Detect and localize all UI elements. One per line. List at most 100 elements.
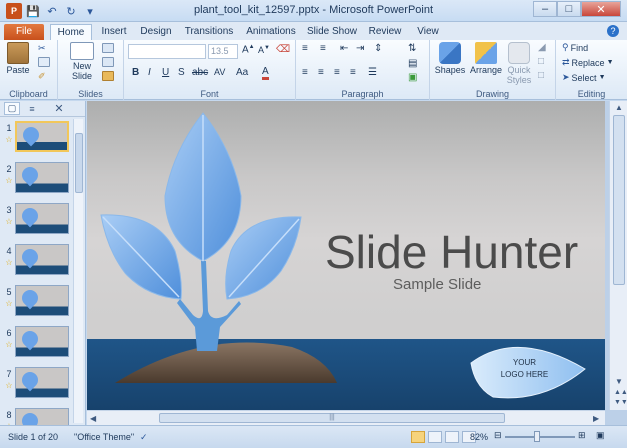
thumbnail-preview[interactable] [15, 367, 69, 398]
tab-animations[interactable]: Animations [242, 24, 300, 40]
help-icon[interactable]: ? [607, 25, 619, 37]
slide-thumbnail[interactable]: 1 ☆ [4, 121, 69, 155]
thumbnail-preview[interactable] [15, 326, 69, 357]
slide-canvas[interactable]: Slide Hunter Sample Slide YOUR LOGO HERE [87, 101, 605, 410]
align-right-button[interactable]: ≡ [334, 67, 340, 78]
shape-outline-icon[interactable]: □ [538, 56, 544, 67]
tab-design[interactable]: Design [136, 24, 176, 40]
scroll-up-icon[interactable]: ▲ [615, 103, 623, 112]
next-slide-icon[interactable]: ▼▼ [614, 399, 627, 406]
vertical-scroll-thumb[interactable] [613, 115, 625, 285]
decrease-indent-button[interactable]: ⇤ [340, 43, 348, 54]
thumbnail-preview[interactable] [15, 121, 69, 152]
thumbnail-preview[interactable] [15, 203, 69, 234]
select-button[interactable]: ➤ Select ▼ [562, 72, 606, 83]
cut-button[interactable]: ✂ [38, 43, 46, 54]
paste-button[interactable]: Paste [6, 42, 30, 75]
tab-view[interactable]: View [410, 24, 446, 40]
minimize-button[interactable]: – [533, 1, 557, 17]
slide-thumbnail[interactable]: 6 ☆ [4, 326, 69, 360]
line-spacing-button[interactable]: ⇕ [374, 43, 382, 54]
copy-button[interactable] [38, 57, 50, 67]
underline-button[interactable]: U [162, 67, 169, 78]
scroll-left-icon[interactable]: ◀ [90, 414, 96, 423]
slide-sorter-button[interactable] [428, 431, 442, 443]
theme-name[interactable]: "Office Theme" [74, 432, 134, 442]
find-button[interactable]: ⚲ Find [562, 42, 588, 53]
shapes-button[interactable]: Shapes [434, 42, 466, 75]
zoom-slider-knob[interactable] [534, 431, 540, 442]
font-name-box[interactable] [128, 44, 206, 59]
slides-tab-icon[interactable]: ▢ [4, 102, 20, 115]
section-button[interactable] [102, 71, 114, 81]
columns-button[interactable]: ☰ [368, 67, 377, 78]
case-button[interactable]: Aa [236, 67, 248, 78]
maximize-button[interactable]: □ [557, 1, 581, 17]
spacing-button[interactable]: AV [214, 67, 225, 77]
align-text-button[interactable]: ▤ [408, 58, 417, 69]
align-center-button[interactable]: ≡ [318, 67, 324, 78]
close-panel-icon[interactable]: ✕ [51, 102, 67, 115]
thumbnail-preview[interactable] [15, 244, 69, 275]
shadow-button[interactable]: S [178, 67, 185, 78]
justify-button[interactable]: ≡ [350, 67, 356, 78]
align-left-button[interactable]: ≡ [302, 67, 308, 78]
font-size-box[interactable]: 13.5 [208, 44, 238, 59]
strikethrough-button[interactable]: abc [192, 67, 208, 78]
replace-button[interactable]: ⇄ Replace ▼ [562, 57, 614, 68]
thumbnail-preview[interactable] [15, 162, 69, 193]
slide-thumbnail[interactable]: 3 ☆ [4, 203, 69, 237]
grow-font-button[interactable]: A▲ [242, 44, 255, 55]
zoom-out-icon[interactable]: ⊟ [494, 430, 502, 441]
slide-thumbnail[interactable]: 4 ☆ [4, 244, 69, 278]
shape-effects-icon[interactable]: □ [538, 70, 544, 81]
reset-button[interactable] [102, 57, 114, 67]
quick-styles-button[interactable]: Quick Styles [504, 42, 534, 85]
shape-fill-icon[interactable]: ◢ [538, 42, 546, 53]
slide-horizontal-scrollbar[interactable]: ◀ ||| ▶ [87, 410, 605, 425]
tab-insert[interactable]: Insert [94, 24, 134, 40]
tab-transitions[interactable]: Transitions [180, 24, 238, 40]
logo-placeholder[interactable]: YOUR LOGO HERE [482, 357, 567, 381]
smartart-button[interactable]: ▣ [408, 72, 417, 83]
slide-subtitle[interactable]: Sample Slide [393, 276, 481, 293]
reading-view-button[interactable] [445, 431, 459, 443]
normal-view-button[interactable] [411, 431, 425, 443]
numbering-button[interactable]: ≡ [320, 43, 326, 54]
slide-title[interactable]: Slide Hunter [325, 225, 578, 279]
panel-scroll-thumb[interactable] [75, 133, 83, 193]
spelling-check-icon[interactable]: ✓ [140, 432, 148, 443]
tab-file[interactable]: File [4, 24, 44, 40]
scroll-right-icon[interactable]: ▶ [593, 414, 599, 423]
slide-thumbnail[interactable]: 7 ☆ [4, 367, 69, 401]
outline-tab-icon[interactable]: ≡ [24, 104, 40, 114]
italic-button[interactable]: I [148, 67, 151, 78]
thumbnail-preview[interactable] [15, 285, 69, 316]
previous-slide-icon[interactable]: ▲▲ [614, 389, 627, 396]
close-button[interactable]: ✕ [581, 1, 621, 17]
bullets-button[interactable]: ≡ [302, 43, 308, 54]
bold-button[interactable]: B [132, 67, 139, 78]
new-slide-button[interactable]: New Slide [66, 42, 98, 81]
format-painter-button[interactable]: ✐ [38, 71, 46, 82]
fit-to-window-icon[interactable]: ▣ [596, 430, 605, 441]
font-color-button[interactable]: A [262, 67, 269, 80]
shrink-font-button[interactable]: A▼ [258, 45, 270, 55]
increase-indent-button[interactable]: ⇥ [356, 43, 364, 54]
scroll-down-icon[interactable]: ▼ [615, 377, 623, 386]
arrange-button[interactable]: Arrange [468, 42, 504, 75]
slide-vertical-scrollbar[interactable]: ▲ ▼ ▲▲ ▼▼ [609, 101, 627, 410]
panel-scrollbar[interactable] [73, 119, 83, 423]
zoom-slider[interactable] [505, 436, 575, 438]
tab-review[interactable]: Review [364, 24, 406, 40]
tab-slide-show[interactable]: Slide Show [304, 24, 360, 40]
zoom-level[interactable]: 82% [470, 432, 488, 442]
slide-thumbnail[interactable]: 5 ☆ [4, 285, 69, 319]
slide-thumbnail[interactable]: 2 ☆ [4, 162, 69, 196]
text-direction-button[interactable]: ⇅ [408, 43, 416, 54]
layout-button[interactable] [102, 43, 114, 53]
clear-format-button[interactable]: ⌫ [276, 44, 290, 55]
horizontal-scroll-thumb[interactable]: ||| [159, 413, 505, 423]
zoom-in-icon[interactable]: ⊞ [578, 430, 586, 441]
tab-home[interactable]: Home [50, 24, 92, 40]
